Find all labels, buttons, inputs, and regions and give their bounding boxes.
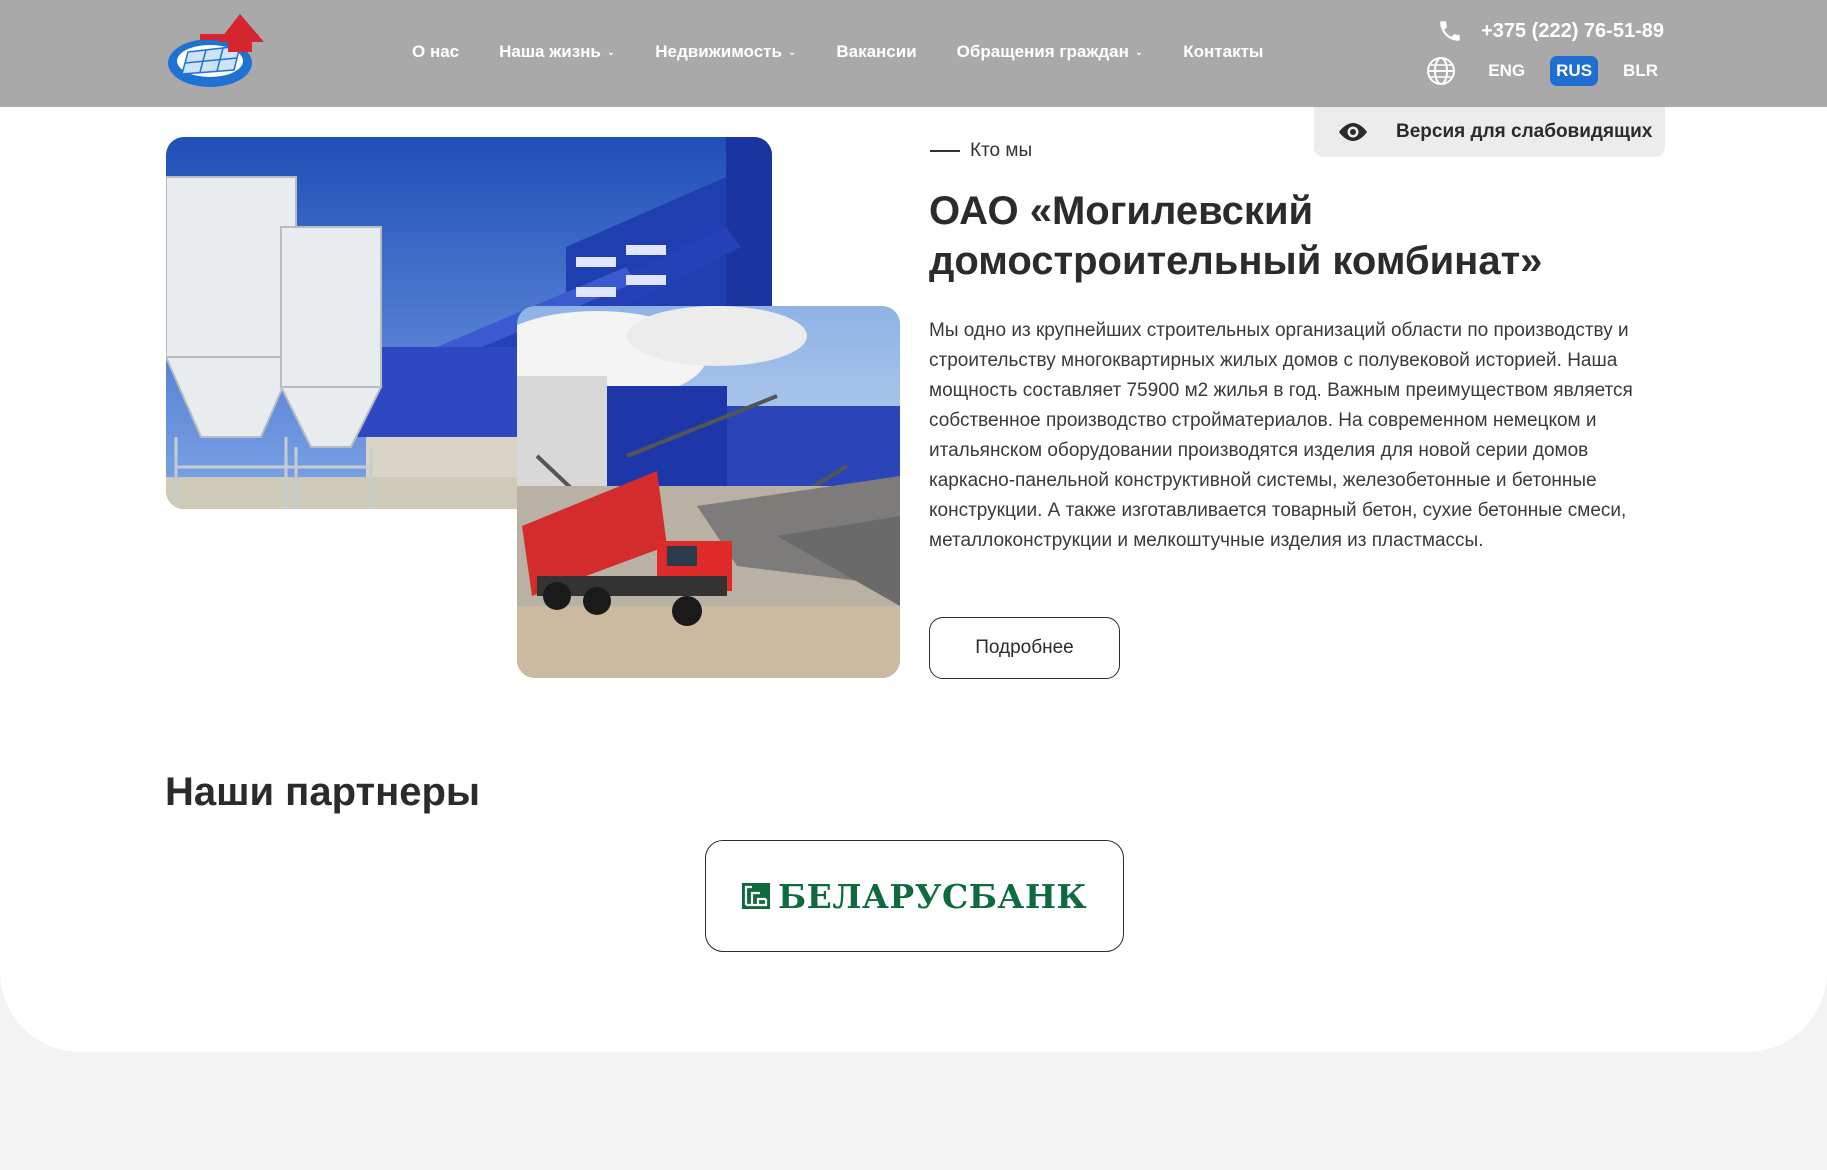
section-kicker: Кто мы [930, 140, 1032, 162]
more-button[interactable]: Подробнее [929, 617, 1120, 679]
lang-eng[interactable]: ENG [1482, 56, 1531, 86]
nav-item-citizen-appeals[interactable]: Обращения граждан ⌄ [957, 40, 1144, 64]
partner-card-belarusbank[interactable]: БЕЛАРУСБАНК [705, 840, 1124, 952]
low-vision-version-button[interactable]: Версия для слабовидящих [1314, 107, 1665, 157]
phone-number: +375 (222) 76-51-89 [1481, 19, 1664, 42]
nav-label: Вакансии [836, 42, 917, 61]
eye-icon [1339, 123, 1367, 141]
nav-label: Контакты [1183, 42, 1264, 61]
partners-title: Наши партнеры [165, 770, 481, 814]
chevron-down-icon: ⌄ [1134, 46, 1144, 58]
main-nav: О нас Наша жизнь ⌄ Недвижимость ⌄ Ваканс… [412, 40, 1303, 64]
nav-label: Наша жизнь [499, 42, 601, 61]
phone-icon [1440, 21, 1460, 41]
nav-item-contacts[interactable]: Контакты [1183, 40, 1263, 64]
nav-item-our-life[interactable]: Наша жизнь ⌄ [499, 40, 615, 64]
truck-conveyor-photo [517, 306, 900, 678]
more-button-label: Подробнее [975, 637, 1074, 658]
lang-rus[interactable]: RUS [1550, 56, 1599, 86]
company-logo[interactable] [166, 12, 266, 92]
nav-label: Обращения граждан [956, 42, 1129, 61]
kicker-text: Кто мы [970, 140, 1033, 161]
chevron-down-icon: ⌄ [606, 46, 616, 58]
low-vision-label: Версия для слабовидящих [1396, 121, 1653, 142]
nav-item-vacancies[interactable]: Вакансии [836, 40, 916, 64]
nav-item-real-estate[interactable]: Недвижимость ⌄ [655, 40, 796, 64]
header: О нас Наша жизнь ⌄ Недвижимость ⌄ Ваканс… [0, 0, 1827, 107]
company-title: ОАО «Могилевский домостроительный комбин… [929, 189, 1543, 283]
nav-label: О нас [412, 42, 460, 61]
chevron-down-icon: ⌄ [787, 46, 797, 58]
phone-link[interactable]: +375 (222) 76-51-89 [1437, 18, 1664, 44]
nav-item-about[interactable]: О нас [412, 40, 459, 64]
language-switcher: ENG RUS BLR [1426, 56, 1664, 86]
belarusbank-emblem-icon [741, 883, 770, 909]
nav-label: Недвижимость [655, 42, 782, 61]
belarusbank-name: БЕЛАРУСБАНК [777, 876, 1088, 916]
belarusbank-logo: БЕЛАРУСБАНК [741, 876, 1088, 916]
globe-icon[interactable] [1426, 56, 1456, 86]
lang-blr[interactable]: BLR [1617, 56, 1664, 86]
company-description: Мы одно из крупнейших строительных орган… [929, 320, 1633, 551]
kicker-dash [930, 150, 960, 152]
